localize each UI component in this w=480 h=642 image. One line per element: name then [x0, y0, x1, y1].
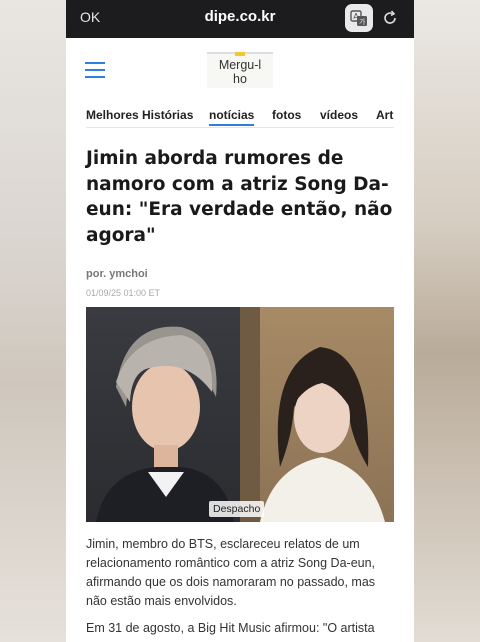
translate-icon[interactable]: A 가: [345, 4, 373, 32]
nav-item-videos[interactable]: vídeos: [320, 108, 358, 122]
article-image: Despacho: [86, 307, 394, 522]
article-author[interactable]: por. ymchoi: [86, 268, 148, 280]
logo-text: Mergu-lho: [218, 58, 262, 86]
nav-divider: [86, 127, 394, 128]
logo-accent: [235, 52, 245, 56]
site-header: Mergu-lho: [66, 38, 414, 98]
article-title: Jimin aborda rumores de namoro com a atr…: [86, 148, 393, 246]
phone-screen: OK dipe.co.kr A 가 Mergu-lho Melhores His…: [66, 0, 414, 642]
article-paragraph-2: Em 31 de agosto, a Big Hit Music afirmou…: [86, 621, 375, 635]
article-date: 01/09/25 01:00 ET: [86, 288, 161, 298]
nav-item-art[interactable]: Art: [376, 108, 393, 122]
site-logo[interactable]: Mergu-lho: [207, 52, 273, 88]
svg-text:가: 가: [359, 17, 366, 26]
background-blur-right: [414, 0, 480, 642]
nav-item-melhores-historias[interactable]: Melhores Histórias: [86, 108, 193, 122]
background-blur-left: [0, 0, 66, 642]
nav-item-noticias[interactable]: notícias: [209, 108, 255, 126]
nav-item-fotos[interactable]: fotos: [272, 108, 301, 122]
menu-icon[interactable]: [85, 62, 105, 78]
image-right-portrait: [240, 307, 394, 522]
image-left-portrait: [86, 307, 240, 522]
image-caption: Despacho: [209, 501, 265, 517]
reload-icon[interactable]: [381, 9, 399, 27]
browser-toolbar: OK dipe.co.kr A 가: [66, 0, 414, 38]
article-paragraph-1: Jimin, membro do BTS, esclareceu relatos…: [86, 537, 376, 608]
